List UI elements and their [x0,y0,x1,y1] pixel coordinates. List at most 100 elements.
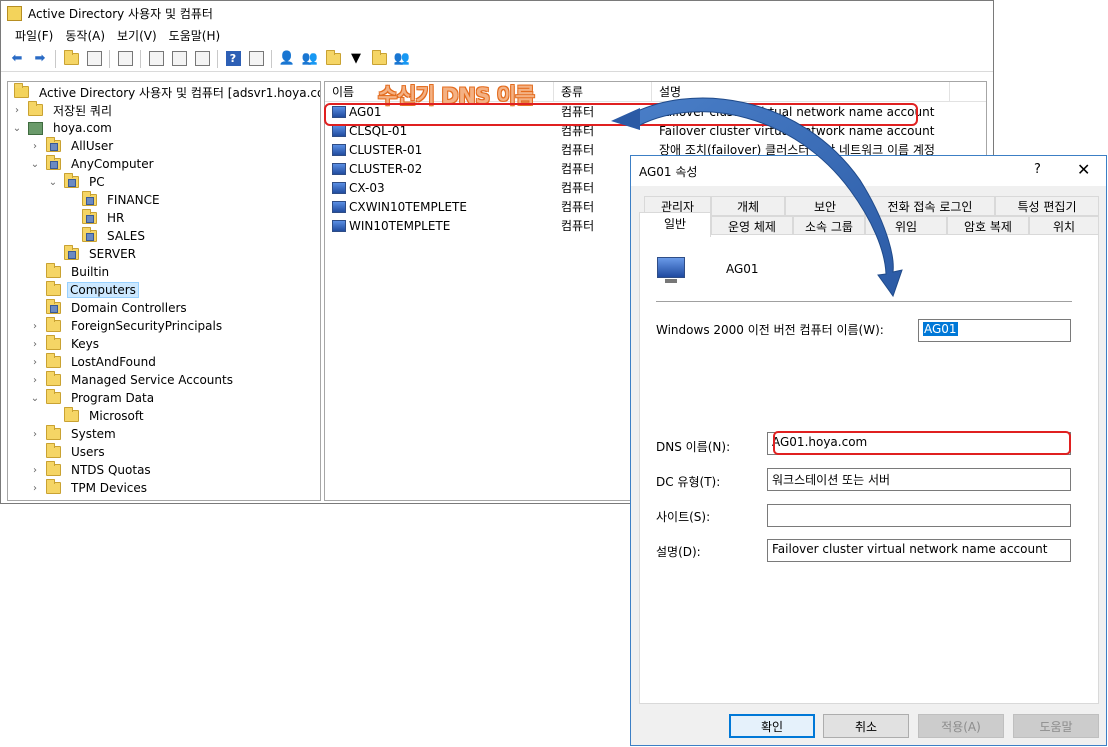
menu-action[interactable]: 동작(A) [59,27,111,44]
export-list-icon[interactable] [192,49,212,69]
folder-icon [46,281,61,296]
chevron-right-icon[interactable]: › [30,141,40,152]
folder-icon [46,425,61,440]
chevron-down-icon[interactable]: ⌄ [30,159,40,170]
row-name: AG01 [349,104,382,119]
chevron-right-icon[interactable]: › [30,465,40,476]
dialog-help-icon[interactable]: ? [1034,162,1041,177]
chevron-down-icon[interactable]: ⌄ [30,393,40,404]
cancel-button[interactable]: 취소 [823,714,909,738]
tree-item-sales[interactable]: SALES [82,227,149,245]
tree-label: LostAndFound [71,355,156,369]
chevron-right-icon[interactable]: › [30,483,40,494]
tree-item-program-data[interactable]: ⌄ Program Data [30,389,158,407]
pre2000-name-field[interactable]: AG01 [918,319,1071,342]
tab-delegation[interactable]: 위임 [865,216,947,236]
folder-icon [46,263,61,278]
menu-file[interactable]: 파일(F) [9,27,59,44]
action-pane-icon[interactable] [246,49,266,69]
help-button[interactable]: 도움말 [1013,714,1099,738]
toolbar-separator [140,49,141,68]
tab-object[interactable]: 개체 [711,196,785,216]
refresh-icon[interactable] [169,49,189,69]
find-icon[interactable] [369,49,389,69]
tree-item-alluser[interactable]: › AllUser [30,137,117,155]
dc-type-field[interactable]: 워크스테이션 또는 서버 [767,468,1071,491]
properties-dialog: AG01 속성 ? ✕ 관리자 개체 보안 전화 접속 로그인 특성 편집기 일… [630,155,1107,746]
tab-location[interactable]: 위치 [1029,216,1099,236]
tree-item-users[interactable]: Users [46,443,109,461]
tab-attribute-editor[interactable]: 특성 편집기 [995,196,1099,216]
tree-label: AllUser [71,139,114,153]
title-bar: Active Directory 사용자 및 컴퓨터 [1,1,993,25]
tab-security[interactable]: 보안 [785,196,865,216]
tree-item-domain-controllers[interactable]: Domain Controllers [46,299,191,317]
tree-item-lostandfound[interactable]: › LostAndFound [30,353,160,371]
tree-item-pc[interactable]: ⌄ PC [48,173,109,191]
tree-item-server[interactable]: SERVER [64,245,140,263]
tab-password-replication[interactable]: 암호 복제 [947,216,1029,236]
properties-icon[interactable] [146,49,166,69]
add-to-group-icon[interactable]: 👥 [392,49,412,69]
up-folder-icon[interactable] [61,49,81,69]
chevron-right-icon[interactable]: › [30,429,40,440]
new-user-icon[interactable]: 👤 [277,49,297,69]
tab-general[interactable]: 일반 [639,212,711,237]
tree-item-foreign[interactable]: › ForeignSecurityPrincipals [30,317,226,335]
tree-item-microsoft[interactable]: Microsoft [64,407,148,425]
column-header-type[interactable]: 종류 [554,82,652,102]
chevron-right-icon[interactable]: › [30,339,40,350]
menu-help[interactable]: 도움말(H) [163,27,227,44]
row-type: 컴퓨터 [561,124,595,138]
tab-operating-system[interactable]: 운영 체제 [711,216,793,236]
chevron-right-icon[interactable]: › [30,321,40,332]
dc-type-label: DC 유형(T): [656,475,721,489]
tree-item-system[interactable]: › System [30,425,120,443]
tree-root[interactable]: Active Directory 사용자 및 컴퓨터 [adsvr1.hoya.… [12,83,320,101]
dns-name-field[interactable]: AG01.hoya.com [767,432,1071,455]
tree-item-msa[interactable]: › Managed Service Accounts [30,371,237,389]
tree-item-keys[interactable]: › Keys [30,335,103,353]
filter-icon[interactable]: ▼ [346,49,366,69]
ad-root-icon [14,83,29,98]
column-header-description[interactable]: 설명 [652,82,950,102]
apply-button[interactable]: 적용(A) [918,714,1004,738]
tree-item-computers[interactable]: Computers [46,281,139,299]
dialog-title-bar: AG01 속성 ? ✕ [631,156,1106,186]
tree-item-saved-queries[interactable]: › 저장된 쿼리 [12,101,116,119]
menu-view[interactable]: 보기(V) [111,27,163,44]
tab-member-of[interactable]: 소속 그룹 [793,216,865,236]
chevron-down-icon[interactable]: ⌄ [48,177,58,188]
show-tree-icon[interactable] [84,49,104,69]
table-row[interactable]: CLSQL-01 컴퓨터 Failover cluster virtual ne… [325,121,986,140]
new-ou-icon[interactable] [323,49,343,69]
tree-item-anycomputer[interactable]: ⌄ AnyComputer [30,155,158,173]
tree-item-ntds[interactable]: › NTDS Quotas [30,461,155,479]
computer-icon [332,144,346,156]
new-group-icon[interactable]: 👥 [300,49,320,69]
row-name: CX-03 [349,180,385,195]
dialog-close-icon[interactable]: ✕ [1077,160,1090,179]
ou-folder-icon [82,209,97,224]
tree-item-finance[interactable]: FINANCE [82,191,164,209]
tree-item-builtin[interactable]: Builtin [46,263,113,281]
tab-dial-in[interactable]: 전화 접속 로그인 [865,196,995,216]
help-icon[interactable]: ? [223,49,243,69]
description-field[interactable]: Failover cluster virtual network name ac… [767,539,1071,562]
row-type: 컴퓨터 [561,105,595,119]
chevron-right-icon[interactable]: › [30,375,40,386]
tree-item-tpm[interactable]: › TPM Devices [30,479,151,497]
ou-folder-icon [46,155,61,170]
copy-icon[interactable] [115,49,135,69]
ok-button[interactable]: 확인 [729,714,815,738]
tree-label: System [71,427,116,441]
chevron-right-icon[interactable]: › [12,105,22,116]
site-field[interactable] [767,504,1071,527]
back-arrow-icon[interactable]: ⬅ [7,49,27,69]
forward-arrow-icon[interactable]: ➡ [30,49,50,69]
chevron-down-icon[interactable]: ⌄ [12,123,22,134]
tree-item-domain[interactable]: ⌄ hoya.com [12,119,116,137]
domain-icon [28,121,43,135]
chevron-right-icon[interactable]: › [30,357,40,368]
tree-item-hr[interactable]: HR [82,209,128,227]
